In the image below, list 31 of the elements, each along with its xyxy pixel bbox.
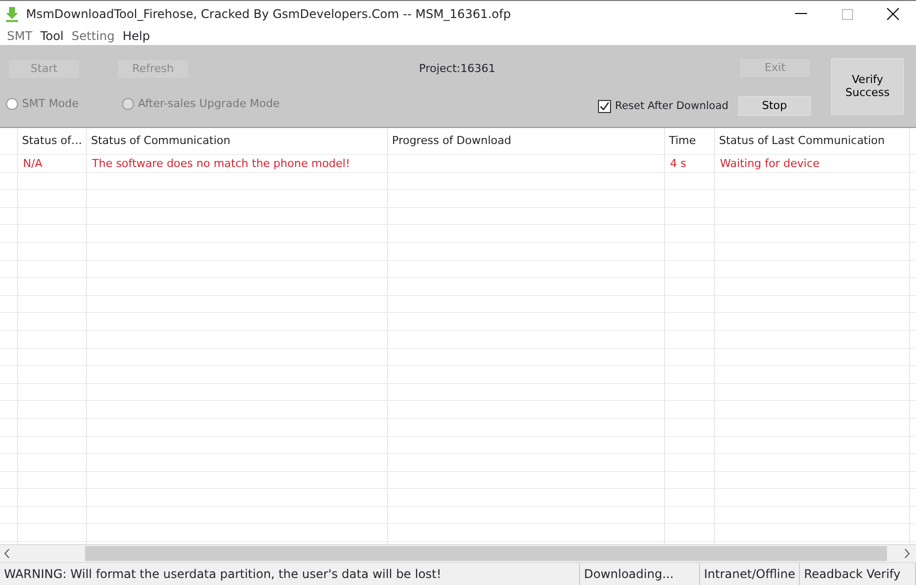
column-header[interactable]: Status of Last Communication xyxy=(715,128,910,154)
column-header[interactable]: Progress of Download xyxy=(388,128,665,154)
status-text: Readback Verify xyxy=(800,563,916,585)
menu-item[interactable]: Tool xyxy=(36,27,68,45)
checkbox-label: Reset After Download xyxy=(615,99,728,114)
status-text: WARNING: Will format the userdata partition, the user's data will be lost! xyxy=(0,563,580,585)
table-cell: Waiting for device xyxy=(720,157,820,170)
scroll-right-icon[interactable] xyxy=(904,549,910,558)
radio-label: SMT Mode xyxy=(22,96,79,112)
status-text: Downloading... xyxy=(580,563,700,585)
menu-item[interactable]: Help xyxy=(118,27,154,45)
minimize-icon xyxy=(795,13,807,15)
project-label: Project:16361 xyxy=(419,61,496,77)
column-header[interactable]: Time xyxy=(665,128,715,154)
window-title: MsmDownloadTool_Firehose, Cracked By GsmDevelopers.Com -- MSM_16361.ofp xyxy=(26,6,511,23)
maximize-icon xyxy=(842,8,852,20)
column-header[interactable]: Status of Communication xyxy=(87,128,388,154)
close-icon xyxy=(887,8,899,20)
table-cell: 4 s xyxy=(670,157,686,170)
table-cell: N/A xyxy=(23,157,42,170)
radio-button[interactable] xyxy=(6,98,18,110)
scroll-left-icon[interactable] xyxy=(4,549,10,558)
status-text: Intranet/Offline xyxy=(700,563,800,585)
table-cell: The software does no match the phone model! xyxy=(92,157,350,170)
checkbox[interactable] xyxy=(598,100,611,114)
scrollbar-thumb[interactable] xyxy=(85,546,887,561)
radio-label: After-sales Upgrade Mode xyxy=(138,96,280,112)
column-header[interactable]: Status of… xyxy=(18,128,87,154)
stop-button[interactable]: Stop xyxy=(738,96,811,116)
download-icon xyxy=(4,6,20,22)
verify-button[interactable]: Verify Success xyxy=(831,58,904,115)
